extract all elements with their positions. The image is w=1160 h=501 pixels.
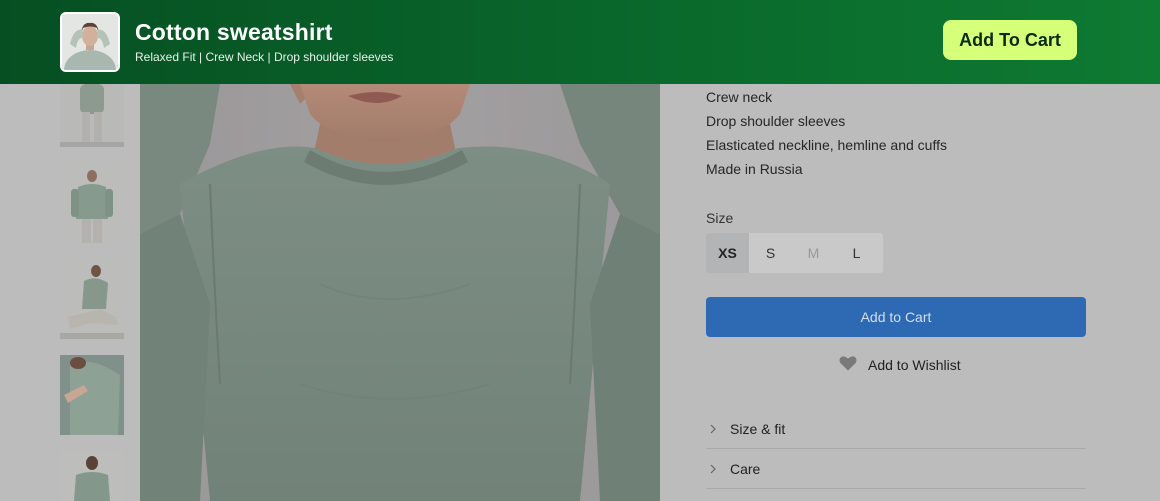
size-selector: XS S M L [706, 233, 883, 273]
gallery-thumbnail-4[interactable] [60, 355, 124, 435]
chevron-right-icon [706, 464, 730, 474]
chevron-right-icon [706, 424, 730, 434]
accordion-label: Care [730, 460, 761, 477]
sticky-product-bar: Cotton sweatshirt Relaxed Fit | Crew Nec… [0, 0, 1160, 84]
wishlist-label: Add to Wishlist [868, 357, 961, 373]
accordion-care[interactable]: Care [706, 449, 1086, 489]
sticky-product-tagline: Relaxed Fit | Crew Neck | Drop shoulder … [135, 50, 394, 64]
accordion-label: Size & fit [730, 420, 786, 437]
size-option-xs[interactable]: XS [706, 233, 749, 273]
gallery-thumbnail-3[interactable] [60, 259, 124, 339]
size-option-m[interactable]: M [792, 233, 835, 273]
add-to-wishlist-button[interactable]: Add to Wishlist [839, 354, 961, 376]
gallery-thumbnail-2[interactable] [60, 163, 124, 243]
size-option-s[interactable]: S [749, 233, 792, 273]
gallery-thumbnail-5[interactable] [60, 451, 124, 501]
feature-item: Made in Russia [706, 161, 803, 177]
feature-item: Drop shoulder sleeves [706, 113, 846, 129]
add-to-cart-button[interactable]: Add to Cart [706, 297, 1086, 337]
heart-icon [839, 355, 857, 376]
sticky-product-title: Cotton sweatshirt [135, 19, 333, 45]
accordion-size-fit[interactable]: Size & fit [706, 409, 1086, 449]
gallery-thumbnail-1[interactable] [60, 84, 124, 147]
size-option-l[interactable]: L [835, 233, 878, 273]
size-label: Size [706, 210, 734, 226]
feature-item: Crew neck [706, 89, 773, 105]
main-product-image[interactable] [140, 84, 660, 501]
feature-item: Elasticated neckline, hemline and cuffs [706, 137, 947, 153]
sticky-add-to-cart-button[interactable]: Add To Cart [943, 20, 1077, 60]
product-thumbnail[interactable] [60, 12, 120, 72]
